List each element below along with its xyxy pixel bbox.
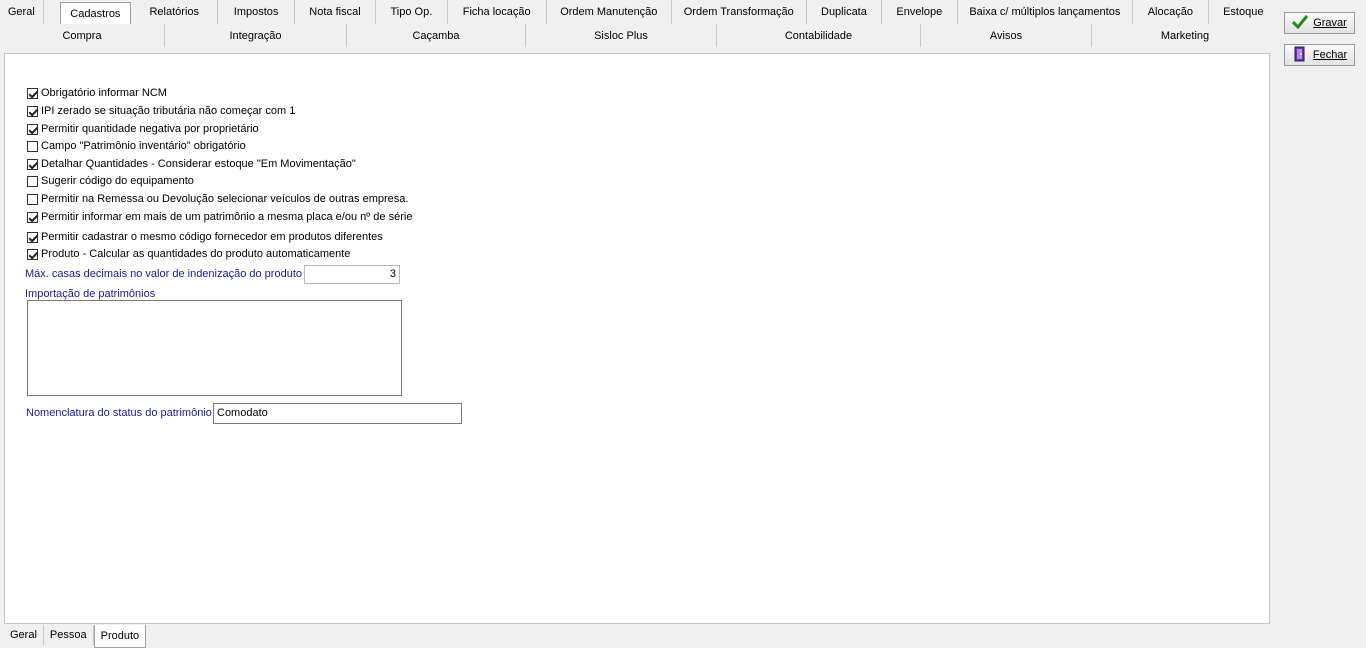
close-button[interactable]: Fechar	[1284, 44, 1355, 66]
option-calcular-quantidades[interactable]: Produto - Calcular as quantidades do pro…	[27, 246, 350, 262]
option-sugerir-codigo[interactable]: Sugerir código do equipamento	[27, 173, 194, 189]
option-label: Campo "Patrimônio inventário" obrigatóri…	[41, 140, 246, 152]
option-remessa-veiculos[interactable]: Permitir na Remessa ou Devolução selecio…	[27, 191, 408, 207]
tab-estoque[interactable]: Estoque	[1209, 0, 1278, 24]
tab-nota-fiscal[interactable]: Nota fiscal	[295, 0, 377, 24]
tab-ficha-locacao[interactable]: Ficha locação	[448, 0, 547, 24]
tab-ordem-manutencao[interactable]: Ordem Manutenção	[547, 0, 672, 24]
tab-cadastros[interactable]: Cadastros	[59, 2, 132, 24]
option-label: Produto - Calcular as quantidades do pro…	[41, 248, 351, 260]
option-codigo-fornecedor[interactable]: Permitir cadastrar o mesmo código fornec…	[27, 229, 383, 245]
decimal-places-label: Máx. casas decimais no valor de indeniza…	[25, 268, 302, 280]
checkbox[interactable]	[27, 87, 38, 99]
tab-duplicata[interactable]: Duplicata	[807, 0, 883, 24]
checkbox[interactable]	[27, 105, 38, 117]
save-button[interactable]: Gravar	[1284, 12, 1355, 34]
tab-alocacao[interactable]: Alocação	[1133, 0, 1209, 24]
option-label: Permitir quantidade negativa por proprie…	[41, 123, 259, 135]
tab-envelope[interactable]: Envelope	[882, 0, 958, 24]
option-obrigatorio-ncm[interactable]: Obrigatório informar NCM	[27, 85, 167, 101]
option-patrimonio-inventario[interactable]: Campo "Patrimônio inventário" obrigatóri…	[27, 138, 246, 154]
checkbox[interactable]	[27, 123, 38, 135]
option-label: Permitir informar em mais de um patrimôn…	[41, 211, 413, 223]
option-label: Permitir cadastrar o mesmo código fornec…	[41, 231, 383, 243]
option-label: IPI zerado se situação tributária não co…	[41, 105, 296, 117]
checkbox[interactable]	[27, 158, 38, 170]
status-name-input[interactable]: Comodato	[213, 403, 462, 424]
checkbox[interactable]	[27, 231, 38, 243]
tab-impostos[interactable]: Impostos	[218, 0, 295, 24]
decimal-places-input[interactable]: 3	[304, 265, 400, 284]
checkbox[interactable]	[27, 175, 38, 187]
tab-marketing[interactable]: Marketing	[1092, 24, 1278, 47]
checkbox[interactable]	[27, 248, 38, 260]
option-label: Obrigatório informar NCM	[41, 87, 167, 99]
option-quantidade-negativa[interactable]: Permitir quantidade negativa por proprie…	[27, 121, 259, 137]
tab-baixa-multiplos[interactable]: Baixa c/ múltiplos lançamentos	[958, 0, 1134, 24]
tab-relatorios[interactable]: Relatórios	[131, 0, 219, 24]
close-button-label: Fechar	[1312, 49, 1348, 61]
tab-contabilidade[interactable]: Contabilidade	[717, 24, 921, 47]
save-button-label: Gravar	[1313, 17, 1347, 29]
tab-geral[interactable]: Geral	[0, 0, 44, 24]
top-tabs-row1: Geral Cadastros Relatórios Impostos Nota…	[0, 0, 1278, 24]
bottom-tab-pessoa[interactable]: Pessoa	[44, 625, 94, 645]
door-exit-icon	[1292, 46, 1308, 65]
option-label: Sugerir código do equipamento	[41, 175, 194, 187]
option-mesma-placa[interactable]: Permitir informar em mais de um patrimôn…	[27, 209, 412, 225]
checkbox[interactable]	[27, 193, 38, 205]
option-label: Permitir na Remessa ou Devolução selecio…	[41, 193, 409, 205]
option-detalhar-quantidades[interactable]: Detalhar Quantidades - Considerar estoqu…	[27, 156, 356, 172]
top-tabs-row2: Compra Integração Caçamba Sisloc Plus Co…	[0, 24, 1278, 47]
status-name-label: Nomenclatura do status do patrimônio	[26, 407, 212, 419]
bottom-tab-produto[interactable]: Produto	[93, 625, 147, 648]
tab-cacamba[interactable]: Caçamba	[347, 24, 526, 47]
option-ipi-zerado[interactable]: IPI zerado se situação tributária não co…	[27, 103, 295, 119]
tab-tipo-op[interactable]: Tipo Op.	[376, 0, 448, 24]
checkbox[interactable]	[27, 140, 38, 152]
cadastros-panel: Obrigatório informar NCM IPI zerado se s…	[4, 53, 1270, 624]
import-label: Importação de patrimônios	[25, 288, 156, 300]
bottom-tab-geral[interactable]: Geral	[4, 625, 44, 645]
bottom-tabs: Geral Pessoa Produto	[4, 625, 147, 648]
checkmark-icon	[1292, 14, 1309, 32]
tab-ordem-transformacao[interactable]: Ordem Transformação	[672, 0, 807, 24]
checkbox[interactable]	[27, 211, 38, 223]
tab-avisos[interactable]: Avisos	[921, 24, 1092, 47]
option-label: Detalhar Quantidades - Considerar estoqu…	[41, 158, 356, 170]
tab-compra[interactable]: Compra	[0, 24, 165, 47]
import-textarea[interactable]	[27, 300, 402, 396]
tab-sisloc-plus[interactable]: Sisloc Plus	[526, 24, 717, 47]
tab-integracao[interactable]: Integração	[165, 24, 347, 47]
